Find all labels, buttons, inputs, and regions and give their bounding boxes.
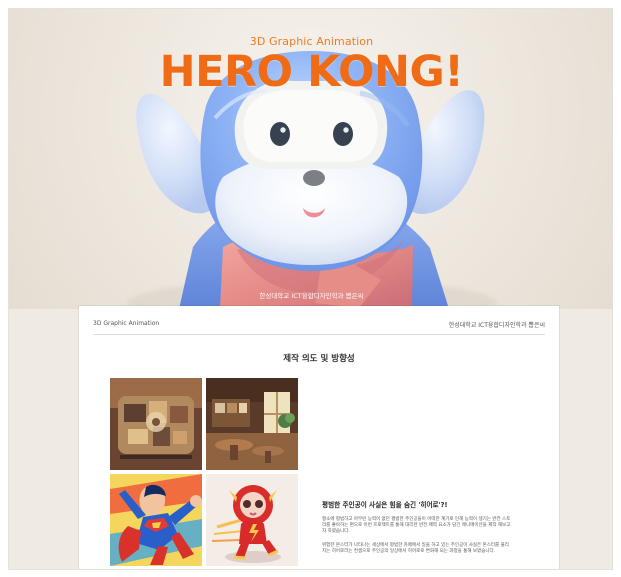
cafe-interior-image [206,378,298,470]
sheet-left-label: 3D Graphic Animation [93,320,160,327]
project-sheet: 3D Graphic Animation 한성대학교 ICT융합디자인학과 뽑은… [79,306,559,569]
hero-section: 3D Graphic Animation HERO KONG! 한성대학교 IC… [9,9,612,309]
copy-paragraph-2: 위험한 몬스터가 나타나는 세상에서 평범한 카페에서 일을 하고 있는 주인공… [322,542,509,554]
city-diorama-image [110,378,202,470]
reference-gallery [110,378,298,566]
hero-kong-poster-page: 3D Graphic Animation HERO KONG! 한성대학교 IC… [0,0,621,577]
hero-credit: 한성대학교 ICT융합디자인학과 뽑은씨 [259,292,364,300]
sheet-header: 3D Graphic Animation 한성대학교 ICT융합디자인학과 뽑은… [93,320,545,330]
hero-title: HERO KONG! [159,47,464,97]
project-description: 평범한 주인공이 사실은 힘을 숨긴 '히어로'?! 평소에 평범하고 아무런 … [322,501,522,562]
flash-figure-image [206,474,298,566]
sheet-divider [93,334,545,335]
poster-canvas: 3D Graphic Animation HERO KONG! 한성대학교 IC… [8,8,613,570]
section-title: 제작 의도 및 방향성 [283,354,355,364]
sheet-right-label: 한성대학교 ICT융합디자인학과 뽑은씨 [448,322,545,329]
copy-paragraph-1: 평소에 평범하고 아무런 능력이 없던 평범한 주인공들이 어떠한 계기로 인해… [322,517,511,535]
copy-title: 평범한 주인공이 사실은 힘을 숨긴 '히어로'?! [322,501,448,509]
superman-comic-image [110,474,202,566]
